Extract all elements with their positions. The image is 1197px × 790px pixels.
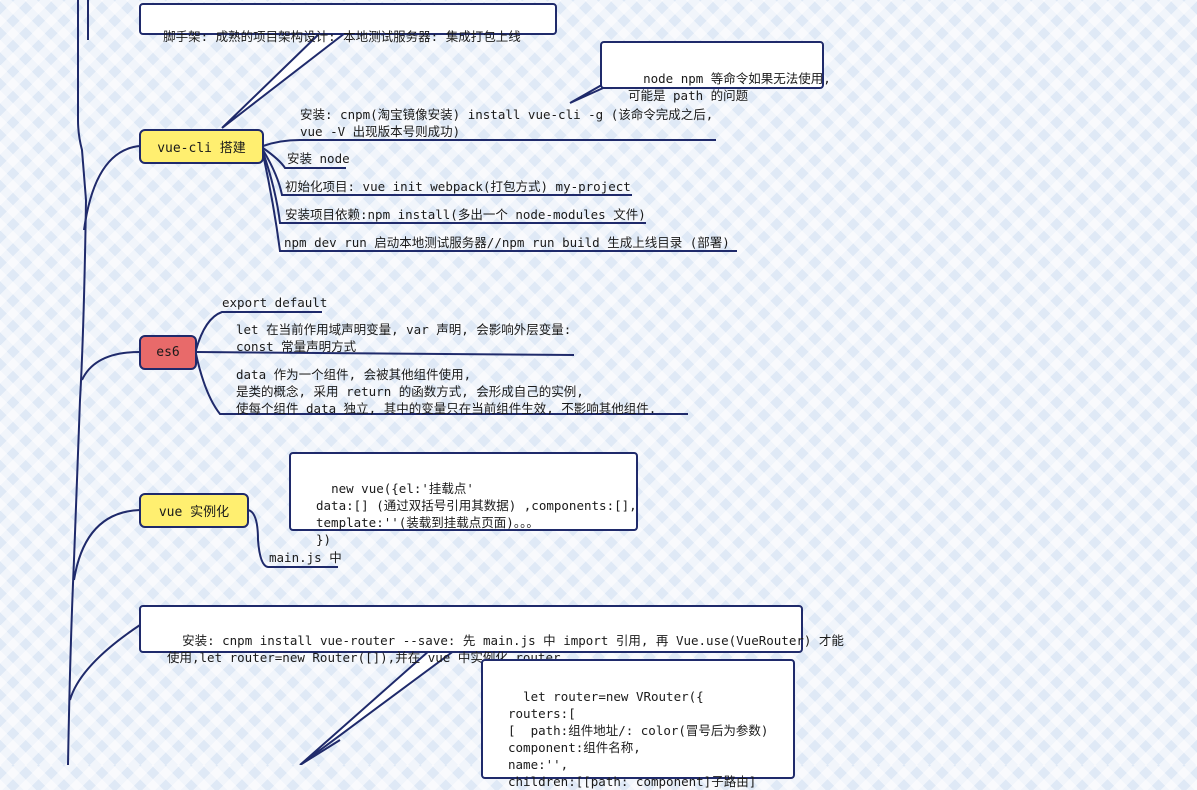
router-code-text: let router=new VRouter({ routers:[ [ pat… bbox=[508, 689, 769, 789]
new-vue-callout: new vue({el:'挂载点' data:[] (通过双括号引用其数据) ,… bbox=[289, 452, 638, 547]
router-code-callout: let router=new VRouter({ routers:[ [ pat… bbox=[481, 659, 795, 789]
branch-install-node: 安装 node bbox=[287, 151, 350, 166]
branch-install-deps: 安装项目依赖:npm install(多出一个 node-modules 文件) bbox=[285, 207, 646, 222]
node-vue-cli[interactable]: vue-cli 搭建 bbox=[139, 129, 264, 164]
node-vue-instance[interactable]: vue 实例化 bbox=[139, 493, 249, 528]
router-install-callout: 安装: cnpm install vue-router --save: 先 ma… bbox=[139, 605, 844, 665]
node-es6[interactable]: es6 bbox=[139, 335, 197, 370]
branch-let-const: let 在当前作用域声明变量, var 声明, 会影响外层变量: const 常… bbox=[236, 322, 572, 354]
branch-data-fn: data 作为一个组件, 会被其他组件使用, 是类的概念, 采用 return … bbox=[236, 367, 657, 416]
npm-note-callout: node npm 等命令如果无法使用, 可能是 path 的问题 bbox=[600, 41, 831, 103]
branch-export-default: export default bbox=[222, 295, 328, 310]
node-vue-instance-label: vue 实例化 bbox=[158, 505, 230, 520]
branch-main-js: main.js 中 bbox=[269, 550, 342, 565]
node-vue-cli-label: vue-cli 搭建 bbox=[157, 141, 246, 156]
branch-init-project: 初始化项目: vue init webpack(打包方式) my-project bbox=[285, 179, 631, 194]
node-es6-label: es6 bbox=[156, 345, 180, 360]
scaffold-text: 脚手架: 成熟的项目架构设计: 本地测试服务器: 集成打包上线 bbox=[163, 29, 521, 44]
scaffold-callout: 脚手架: 成熟的项目架构设计: 本地测试服务器: 集成打包上线 bbox=[139, 3, 557, 44]
branch-run-dev: npm dev run 启动本地测试服务器//npm run build 生成上… bbox=[284, 235, 730, 250]
branch-install-cli: 安装: cnpm(淘宝镜像安装) install vue-cli -g (该命令… bbox=[300, 107, 714, 139]
